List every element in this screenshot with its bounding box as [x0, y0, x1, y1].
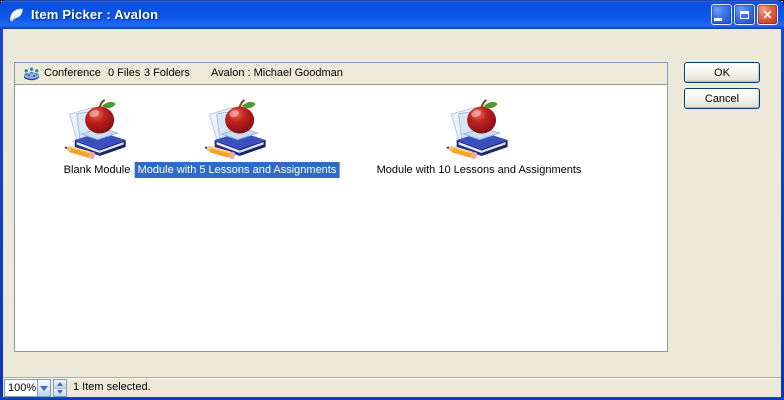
module-icon — [65, 97, 129, 161]
close-button[interactable]: ✕ — [757, 4, 778, 25]
chevron-down-icon — [57, 390, 63, 394]
conference-icon — [22, 66, 41, 82]
app-icon — [8, 6, 25, 23]
zoom-select[interactable]: 100% — [4, 379, 51, 397]
maximize-icon — [740, 11, 749, 19]
minimize-button[interactable] — [711, 4, 732, 25]
zoom-control: 100% — [4, 379, 67, 397]
item-label[interactable]: Module with 10 Lessons and Assignments — [374, 162, 585, 178]
panel-header: Conference 0 Files 3 Folders Avalon : Mi… — [15, 63, 667, 85]
minimize-icon — [714, 18, 722, 21]
list-item[interactable]: Module with 5 Lessons and Assignments — [135, 97, 340, 178]
ok-button[interactable]: OK — [684, 62, 760, 83]
module-icon — [447, 97, 511, 161]
status-bar: 100% 1 Item selected. — [3, 377, 781, 397]
zoom-dropdown-button[interactable] — [37, 380, 50, 396]
header-context-label: Avalon : Michael Goodman — [211, 67, 343, 79]
list-item[interactable]: Blank Module — [61, 97, 134, 178]
module-icon — [205, 97, 269, 161]
zoom-value: 100% — [5, 380, 37, 396]
chevron-up-icon — [57, 382, 63, 386]
selection-status: 1 Item selected. — [73, 381, 151, 393]
item-picker-window: Item Picker : Avalon ✕ Conference 0 File… — [0, 0, 784, 400]
header-conference-label: Conference — [44, 67, 101, 79]
chevron-down-icon — [40, 386, 48, 391]
item-list: Blank Module Module with 5 Lessons and A… — [15, 85, 667, 351]
zoom-stepper — [53, 379, 67, 397]
window-title: Item Picker : Avalon — [31, 7, 158, 22]
list-item[interactable]: Module with 10 Lessons and Assignments — [374, 97, 585, 178]
header-files-count: 0 Files — [108, 67, 140, 79]
cancel-button[interactable]: Cancel — [684, 88, 760, 109]
item-label[interactable]: Module with 5 Lessons and Assignments — [135, 162, 340, 178]
title-bar[interactable]: Item Picker : Avalon ✕ — [0, 0, 784, 29]
close-icon: ✕ — [762, 9, 772, 21]
item-picker-panel: Conference 0 Files 3 Folders Avalon : Mi… — [14, 62, 668, 352]
window-border-left — [0, 28, 3, 400]
zoom-increase-button[interactable] — [54, 380, 66, 389]
item-label[interactable]: Blank Module — [61, 162, 134, 178]
maximize-button[interactable] — [734, 4, 755, 25]
header-folders-count: 3 Folders — [144, 67, 190, 79]
zoom-decrease-button[interactable] — [54, 389, 66, 397]
